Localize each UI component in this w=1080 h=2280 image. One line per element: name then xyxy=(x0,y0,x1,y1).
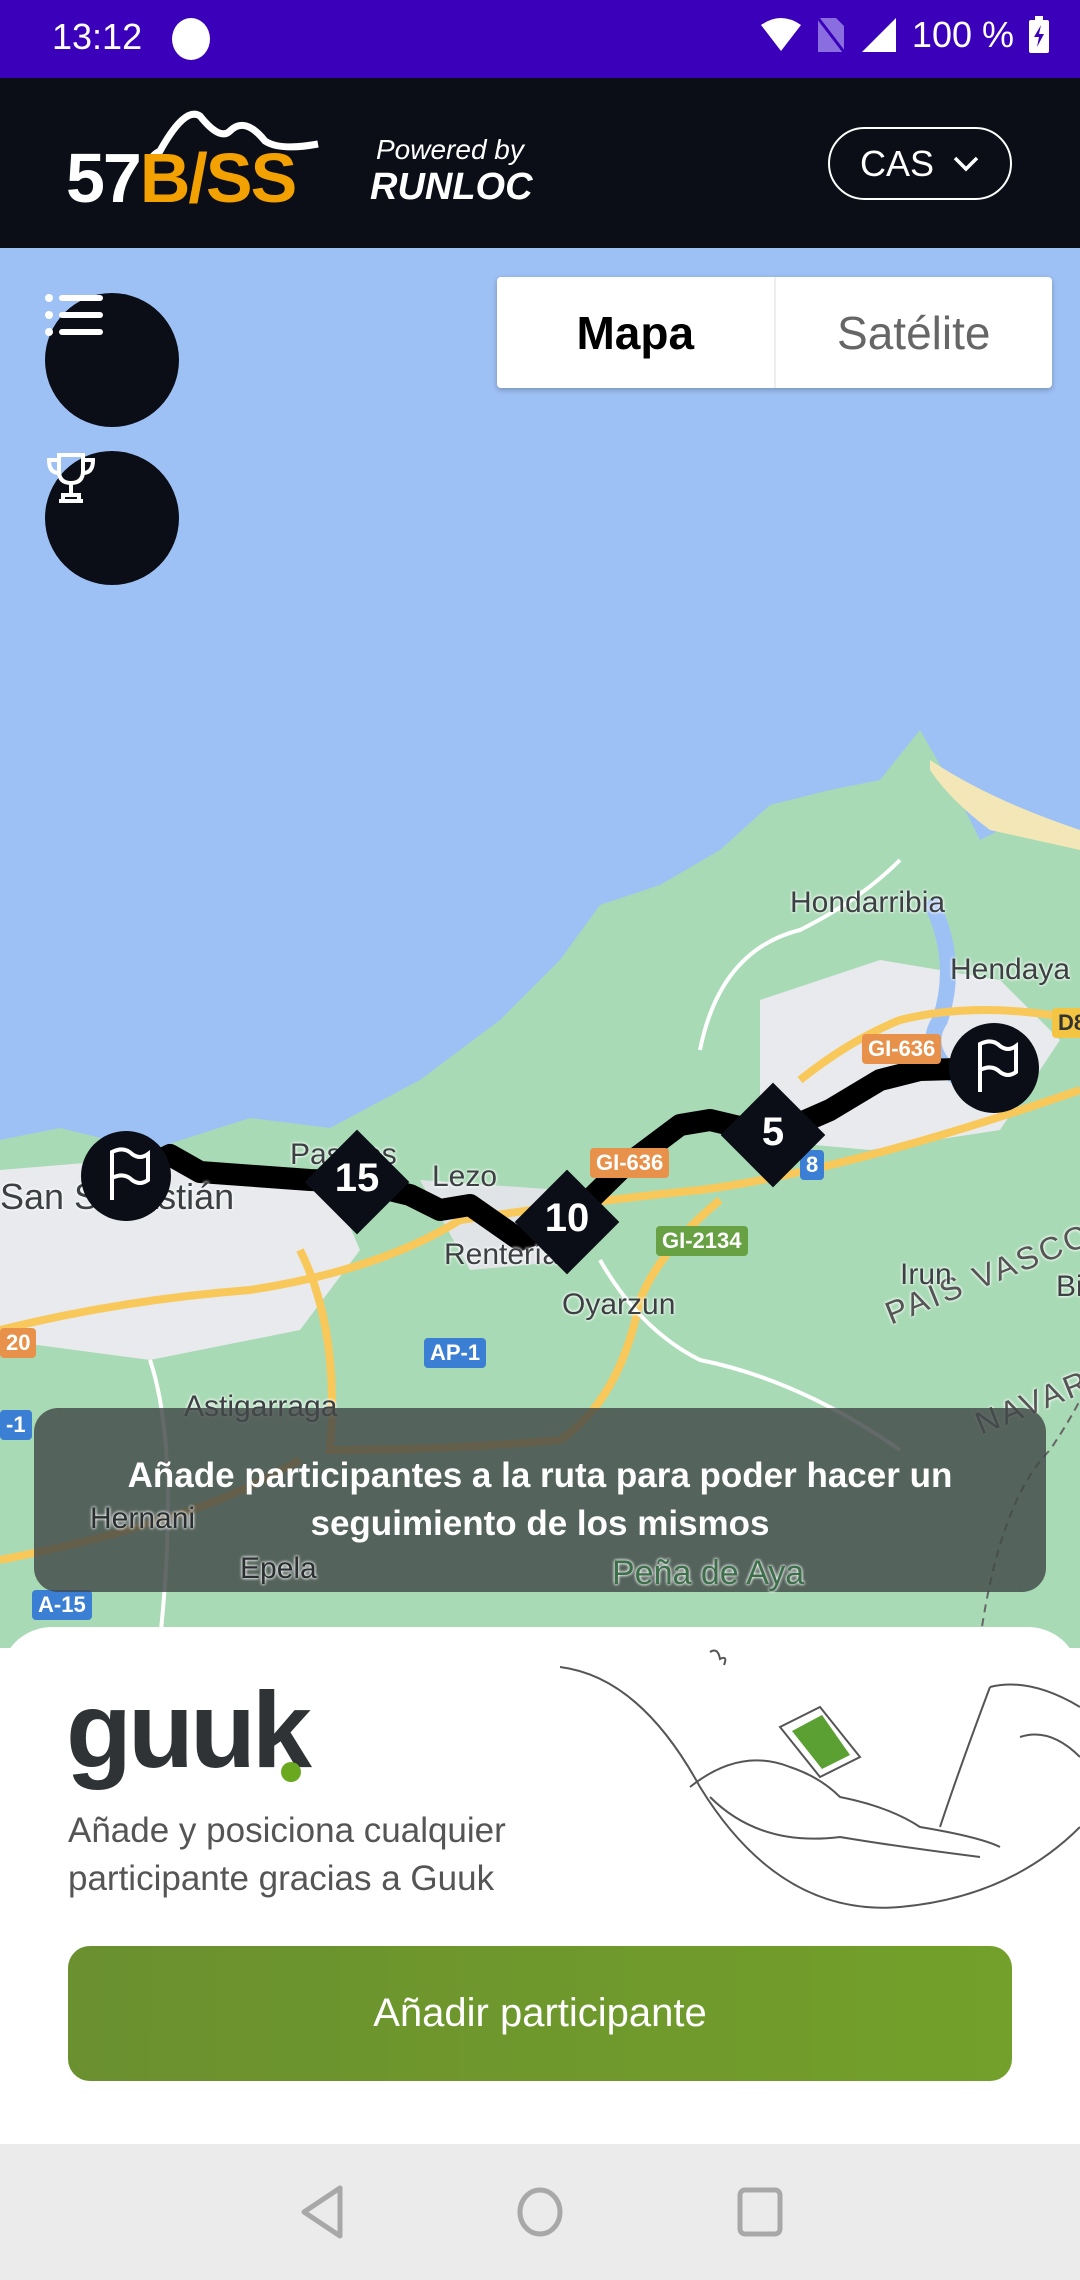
hammock-illustration xyxy=(560,1649,1080,1909)
map-label: Rentería xyxy=(444,1238,560,1271)
language-selector[interactable]: CAS xyxy=(828,127,1012,200)
guuk-logo-dot xyxy=(281,1762,301,1782)
road-shield: AP-1 xyxy=(424,1338,487,1368)
road-shield: A-15 xyxy=(32,1590,92,1620)
wifi-icon xyxy=(760,18,801,51)
road-shield: GI-636 xyxy=(590,1148,670,1178)
guuk-bottom-sheet: guuk Añade y posiciona cualquier partici… xyxy=(0,1627,1080,2144)
road-shield: -1 xyxy=(0,1410,32,1440)
map-label: Hendaya xyxy=(950,953,1071,986)
no-sim-icon xyxy=(816,17,846,53)
chevron-down-icon xyxy=(953,156,979,171)
map-label: Peña de Aya xyxy=(612,1554,805,1592)
status-bar: 13:12 100 % xyxy=(0,0,1080,78)
road-shield: GI-2134 xyxy=(656,1226,748,1256)
tab-map[interactable]: Mapa xyxy=(497,277,776,388)
map-type-toggle: Mapa Satélite xyxy=(497,277,1052,388)
app-header: 57B/SS Powered by RUNLOC CAS xyxy=(0,78,1080,248)
road-shield: GI-636 xyxy=(862,1034,942,1064)
battery-level: 100 % xyxy=(911,14,1014,55)
trophy-icon xyxy=(46,453,96,503)
home-icon[interactable] xyxy=(516,2184,564,2240)
map-label: Hernani xyxy=(90,1502,196,1535)
guuk-logo: guuk xyxy=(66,1669,312,1790)
road-shield: 20 xyxy=(0,1328,37,1358)
map-label: Epela xyxy=(240,1552,317,1585)
road-shield: D8 xyxy=(1052,1008,1080,1038)
language-value: CAS xyxy=(859,142,935,184)
list-button[interactable] xyxy=(45,293,179,427)
km-label: 5 xyxy=(761,1110,785,1154)
map-label: Bi xyxy=(1056,1270,1080,1303)
list-icon xyxy=(45,294,103,336)
map-label: San Sebastián xyxy=(0,1176,235,1217)
map-label: Irun xyxy=(900,1258,952,1291)
info-toast: Añade participantes a la ruta para poder… xyxy=(34,1408,1046,1592)
recents-icon[interactable] xyxy=(736,2184,784,2240)
battery-charging-icon xyxy=(1029,16,1049,53)
logo: 57B/SS xyxy=(66,139,297,217)
map-label: Lezo xyxy=(432,1160,498,1193)
km-label: 15 xyxy=(334,1156,380,1200)
status-time: 13:12 xyxy=(52,16,143,57)
notification-icon xyxy=(172,18,210,60)
system-nav-bar xyxy=(0,2144,1080,2280)
signal-icon xyxy=(861,18,896,52)
back-icon[interactable] xyxy=(298,2184,346,2240)
powered-by-label: Powered by xyxy=(376,134,524,165)
partner-logo: RUNLOC xyxy=(370,166,533,208)
guuk-description: Añade y posiciona cualquier participante… xyxy=(68,1811,506,1898)
km-label: 10 xyxy=(544,1196,590,1240)
add-participant-button[interactable]: Añadir participante xyxy=(68,1946,1012,2081)
map-label: Oyarzun xyxy=(562,1288,676,1321)
tab-satellite[interactable]: Satélite xyxy=(776,277,1053,388)
map-label: Hondarribia xyxy=(790,886,946,919)
ranking-button[interactable] xyxy=(45,451,179,585)
map-view[interactable]: Hondarribia Hendaya San Sebastián Lezo R… xyxy=(0,248,1080,1648)
